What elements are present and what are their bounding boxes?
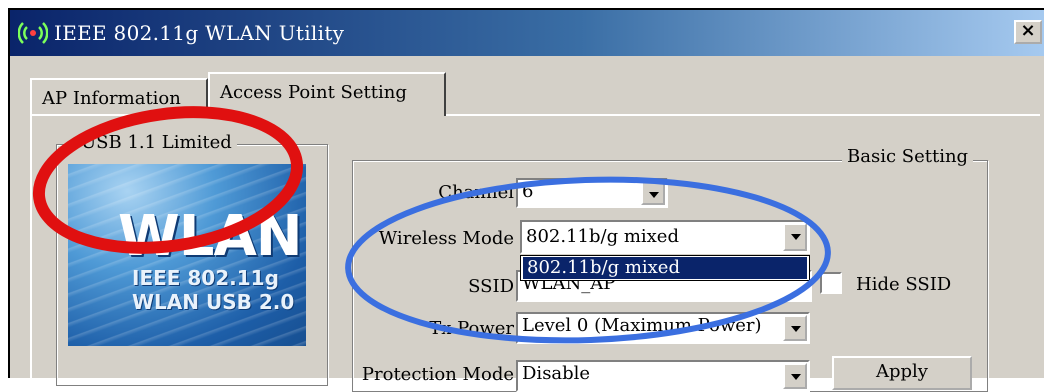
logo-wlan-text: WLAN — [118, 204, 303, 269]
channel-select[interactable]: 6 — [516, 178, 668, 208]
protection-mode-value: Disable — [522, 363, 591, 384]
wireless-mode-select[interactable]: 802.11b/g mixed — [520, 220, 810, 254]
channel-label: Channel — [438, 182, 514, 203]
wlan-logo-image: WLAN IEEE 802.11g WLAN USB 2.0 — [68, 164, 306, 346]
logo-usb-text: WLAN USB 2.0 — [132, 290, 295, 314]
tx-power-value: Level 0 (Maximum Power) — [522, 315, 762, 336]
tab-label: Access Point Setting — [220, 82, 407, 103]
hide-ssid-checkbox[interactable] — [820, 272, 842, 294]
window-title: IEEE 802.11g WLAN Utility — [54, 21, 345, 45]
tab-label: AP Information — [42, 88, 181, 109]
wireless-mode-value: 802.11b/g mixed — [526, 226, 679, 247]
title-bar[interactable]: IEEE 802.11g WLAN Utility × — [10, 10, 1044, 56]
hide-ssid-label: Hide SSID — [856, 274, 952, 295]
apply-button[interactable]: Apply — [832, 356, 972, 390]
wireless-mode-label: Wireless Mode — [378, 228, 514, 249]
chevron-down-icon[interactable] — [783, 363, 807, 389]
wireless-mode-dropdown-list: 802.11b/g mixed — [520, 255, 810, 281]
usb-limited-label: USB 1.1 Limited — [76, 132, 237, 153]
chevron-down-icon[interactable] — [641, 181, 665, 205]
basic-setting-label: Basic Setting — [842, 146, 974, 167]
ssid-label: SSID — [468, 276, 514, 297]
tx-power-select[interactable]: Level 0 (Maximum Power) — [516, 312, 810, 344]
close-icon: × — [1020, 20, 1036, 41]
chevron-down-icon[interactable] — [783, 315, 807, 341]
chevron-down-icon[interactable] — [783, 223, 807, 251]
close-button[interactable]: × — [1014, 20, 1042, 44]
wireless-signal-icon — [18, 22, 48, 44]
tab-access-point-setting[interactable]: Access Point Setting — [208, 72, 446, 116]
protection-mode-select[interactable]: Disable — [516, 360, 810, 392]
wireless-mode-option-selected[interactable]: 802.11b/g mixed — [523, 257, 807, 279]
tx-power-label: Tx Power — [429, 318, 514, 339]
channel-value: 6 — [522, 181, 534, 202]
tab-ap-information[interactable]: AP Information — [30, 78, 208, 116]
logo-standard-text: IEEE 802.11g — [132, 266, 279, 290]
protection-mode-label: Protection Mode — [361, 364, 514, 385]
